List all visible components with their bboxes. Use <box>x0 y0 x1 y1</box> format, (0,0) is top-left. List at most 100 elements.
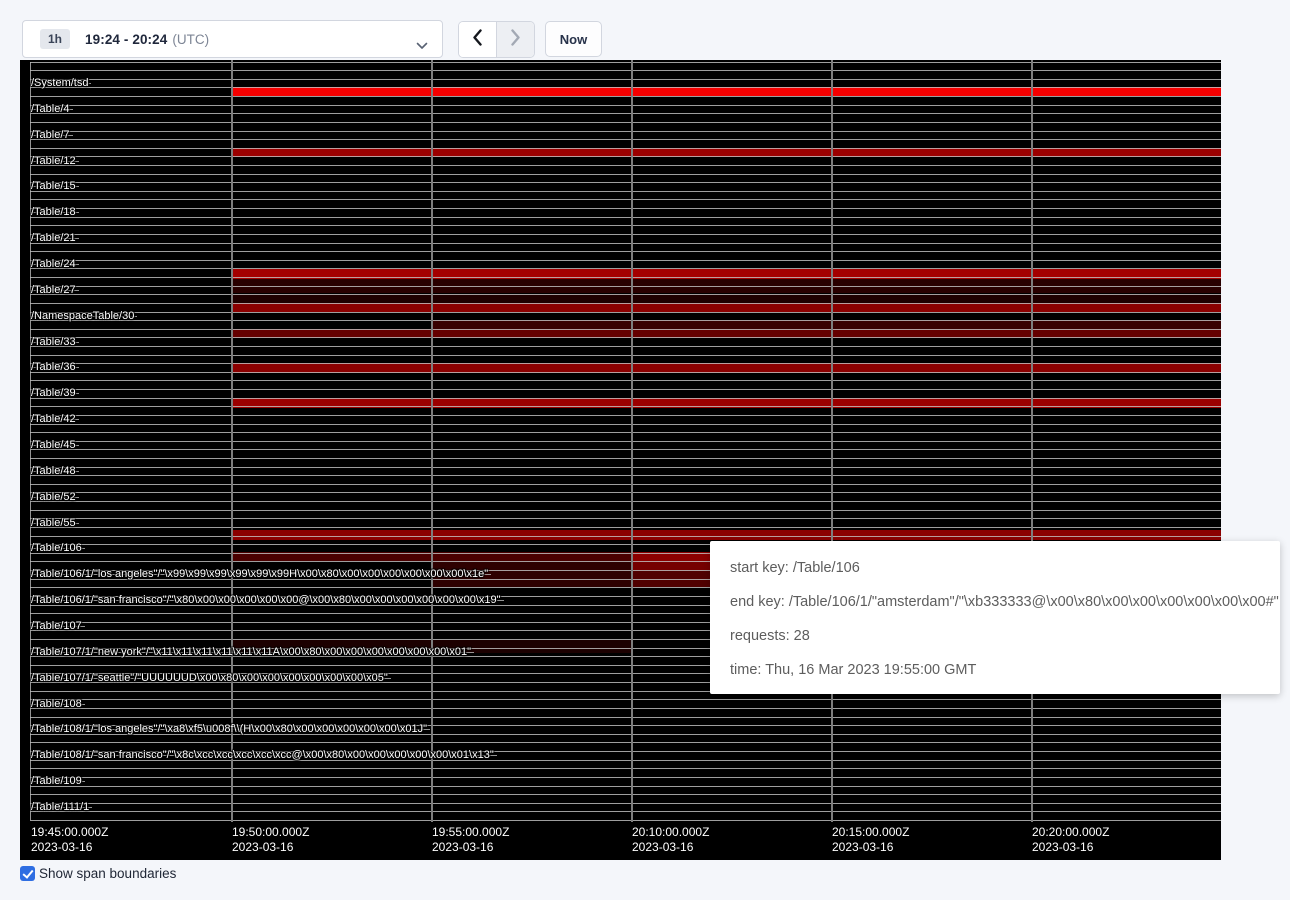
time-tick: 20:20:00.000Z2023-03-16 <box>1032 825 1109 855</box>
time-tick: 19:50:00.000Z2023-03-16 <box>232 825 309 855</box>
span-label: /Table/108/1/"san francisco"/"\x8c\xcc\x… <box>31 749 494 761</box>
span-boundary-line <box>30 803 1221 804</box>
show-span-boundaries-checkbox[interactable] <box>20 866 35 881</box>
time-gridline <box>231 60 233 822</box>
tooltip-end-key: end key: /Table/106/1/"amsterdam"/"\xb33… <box>730 585 1280 619</box>
span-label: /NamespaceTable/30 <box>31 310 134 322</box>
time-tick: 20:10:00.000Z2023-03-16 <box>632 825 709 855</box>
time-tick-time: 19:55:00.000Z <box>432 825 509 840</box>
span-boundary-line <box>30 786 1221 787</box>
span-boundary-line <box>30 475 1221 476</box>
span-boundary-line <box>30 441 1221 442</box>
span-label: /Table/108 <box>31 698 82 710</box>
span-boundary-line <box>30 432 1221 433</box>
span-boundary-line <box>30 794 1221 795</box>
span-boundary-line <box>30 346 1221 347</box>
span-boundary-line <box>30 156 1221 157</box>
now-button[interactable]: Now <box>545 21 602 57</box>
canvas-footer: Show span boundaries <box>20 866 176 881</box>
span-boundary-line <box>30 820 1221 821</box>
span-boundary-line <box>30 424 1221 425</box>
span-label: /Table/15 <box>31 180 76 192</box>
span-boundary-line <box>30 484 1221 485</box>
chevron-left-icon <box>472 29 483 51</box>
span-boundary-line <box>30 398 1221 399</box>
time-gridline <box>631 60 633 822</box>
span-label: /Table/18 <box>31 206 76 218</box>
time-tick-date: 2023-03-16 <box>432 840 509 855</box>
span-boundary-line <box>30 372 1221 373</box>
time-tick-time: 19:45:00.000Z <box>31 825 108 840</box>
span-label: /Table/7 <box>31 129 70 141</box>
span-boundary-line <box>30 303 1221 304</box>
time-tick-date: 2023-03-16 <box>31 840 108 855</box>
span-boundary-line <box>30 717 1221 718</box>
span-label: /Table/45 <box>31 439 76 451</box>
span-boundary-line <box>30 62 1221 63</box>
time-tick: 20:15:00.000Z2023-03-16 <box>832 825 909 855</box>
tooltip-time: time: Thu, 16 Mar 2023 19:55:00 GMT <box>730 653 1280 687</box>
span-boundary-line <box>30 355 1221 356</box>
heat-band <box>231 148 1221 157</box>
time-tick-time: 20:15:00.000Z <box>832 825 909 840</box>
span-boundary-line <box>30 312 1221 313</box>
time-nav-group <box>458 21 535 58</box>
span-boundary-line <box>30 217 1221 218</box>
time-range-selector[interactable]: 1h 19:24 - 20:24 (UTC) <box>22 20 443 58</box>
time-gridline <box>431 60 433 822</box>
chevron-down-icon <box>416 37 428 55</box>
span-label: /Table/42 <box>31 413 76 425</box>
span-boundary-line <box>30 708 1221 709</box>
span-boundary-line <box>30 768 1221 769</box>
span-tooltip: start key: /Table/106 end key: /Table/10… <box>710 541 1280 694</box>
span-boundary-line <box>30 225 1221 226</box>
span-boundary-line <box>30 294 1221 295</box>
span-label: /Table/4 <box>31 103 70 115</box>
span-boundary-line <box>30 699 1221 700</box>
span-label: /Table/106/1/"san francisco"/"\x80\x00\x… <box>31 594 501 606</box>
span-label: /Table/24 <box>31 258 76 270</box>
span-label: /Table/21 <box>31 232 76 244</box>
span-boundary-line <box>30 87 1221 88</box>
span-boundary-line <box>30 492 1221 493</box>
span-boundary-line <box>30 415 1221 416</box>
chevron-right-icon <box>510 29 521 51</box>
time-tick-date: 2023-03-16 <box>832 840 909 855</box>
span-label: /Table/52 <box>31 491 76 503</box>
key-visualizer-canvas[interactable]: /System/tsd/Table/4/Table/7/Table/12/Tab… <box>20 60 1221 860</box>
span-boundary-line <box>30 191 1221 192</box>
span-boundary-line <box>30 139 1221 140</box>
time-tick: 19:55:00.000Z2023-03-16 <box>432 825 509 855</box>
span-boundary-line <box>30 70 1221 71</box>
span-boundary-line <box>30 251 1221 252</box>
span-boundary-line <box>30 131 1221 132</box>
time-tick-time: 20:10:00.000Z <box>632 825 709 840</box>
tooltip-start-key: start key: /Table/106 <box>730 551 1280 585</box>
heat-band <box>431 320 1221 329</box>
time-tick: 19:45:00.000Z2023-03-16 <box>31 825 108 855</box>
span-label: /Table/36 <box>31 361 76 373</box>
span-boundary-line <box>30 337 1221 338</box>
span-boundary-line <box>30 380 1221 381</box>
span-boundary-line <box>30 329 1221 330</box>
span-label: /Table/33 <box>31 336 76 348</box>
span-boundary-line <box>30 277 1221 278</box>
span-boundary-line <box>30 96 1221 97</box>
span-label: /Table/107/1/"new york"/"\x11\x11\x11\x1… <box>31 646 471 658</box>
span-boundary-line <box>30 268 1221 269</box>
time-tick-date: 2023-03-16 <box>632 840 709 855</box>
span-label: /System/tsd <box>31 77 88 89</box>
span-boundary-line <box>30 286 1221 287</box>
span-boundary-line <box>30 510 1221 511</box>
show-span-boundaries-label: Show span boundaries <box>39 866 176 881</box>
span-label: /Table/107/1/"seattle"/"UUUUUUD\x00\x80\… <box>31 672 388 684</box>
previous-interval-button[interactable] <box>459 22 497 57</box>
span-boundary-line <box>30 449 1221 450</box>
tooltip-requests: requests: 28 <box>730 619 1280 653</box>
span-label: /Table/106 <box>31 542 82 554</box>
span-boundary-line <box>30 467 1221 468</box>
span-boundary-line <box>30 363 1221 364</box>
time-tick-time: 19:50:00.000Z <box>232 825 309 840</box>
next-interval-button[interactable] <box>497 22 534 57</box>
span-boundary-line <box>30 527 1221 528</box>
